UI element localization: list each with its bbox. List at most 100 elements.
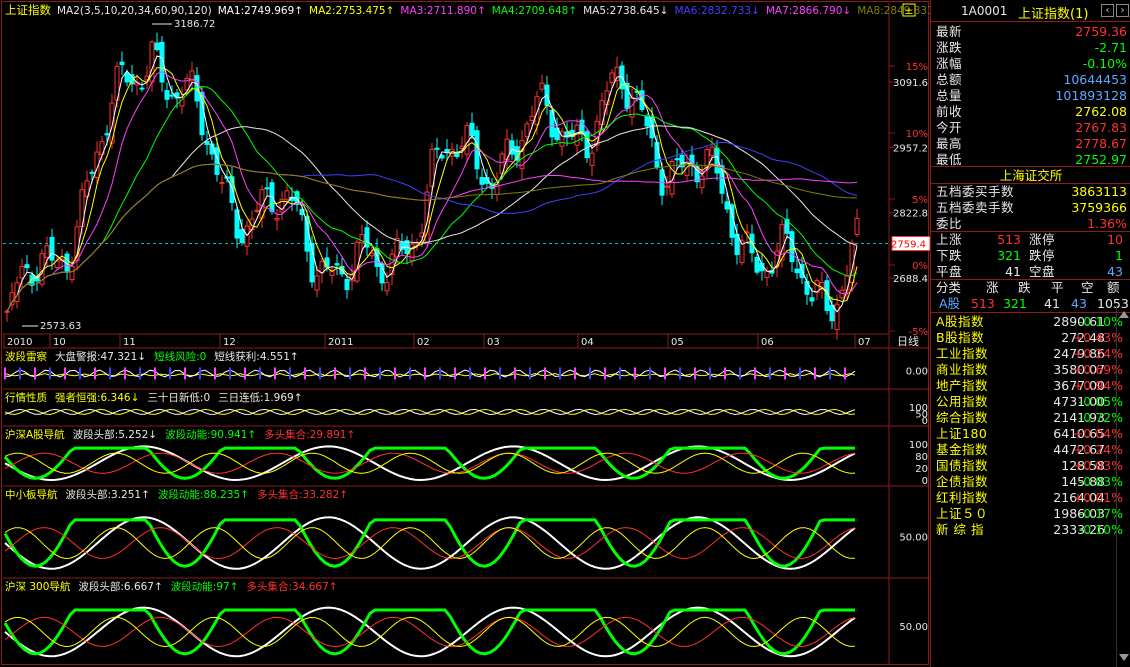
candle-body [319, 261, 325, 274]
candle-body [169, 94, 175, 97]
next-stock-icon[interactable]: › [1116, 4, 1129, 17]
quote-value: 10644453 [1063, 72, 1127, 87]
candle-body [809, 297, 815, 302]
ma-legend-item: MA3:2711.890↑ [400, 5, 485, 17]
candle-body [354, 241, 360, 282]
price-tick-label: 3091.6 [893, 78, 928, 89]
index-row[interactable]: 新 综 指 2333.26 -0.10% [931, 522, 1130, 538]
candle-body [704, 149, 710, 168]
scroll-down-icon[interactable] [1119, 654, 1129, 661]
candle-body [464, 125, 470, 155]
panel-header: 中小板导航 波段头部:3.251↑ 波段动能:88.235↑ 多头集合:33.282↑ [5, 488, 348, 501]
indicator-line [4, 606, 856, 658]
exchange-label: 上海证交所 [931, 166, 1130, 184]
panel-header: 波段雷察 大盘警报:47.321↓ 短线风险:0 短线获利:4.551↑ [5, 350, 299, 363]
scroll-up-icon[interactable] [1119, 311, 1129, 318]
candle-body [334, 263, 340, 266]
breadth-value: 513 [997, 232, 1021, 247]
candle-body [614, 66, 620, 81]
quote-value: 2759.36 [1075, 24, 1127, 39]
index-name: 地产指数 [936, 378, 989, 393]
index-name: 商业指数 [936, 362, 989, 377]
book-value: 3863113 [1071, 184, 1127, 199]
index-row[interactable]: 公用指数 4731.00 -0.05% [931, 394, 1130, 410]
price-tick-label: 2957.2 [893, 143, 928, 154]
panel-value: 短线获利:4.551↑ [214, 350, 298, 363]
quote-row: 前收 2762.08 [931, 104, 1130, 120]
candle-body [834, 303, 840, 330]
date-label: 06 [761, 337, 774, 348]
candle-body [264, 187, 270, 190]
candle-body [794, 268, 800, 274]
index-row[interactable]: 国债指数 128.58 +0.03% [931, 458, 1130, 474]
candle-body [104, 133, 110, 136]
index-list-scrollbar[interactable] [1116, 305, 1130, 667]
indicator-line [4, 516, 856, 570]
candle-body [699, 175, 705, 189]
index-row[interactable]: B股指数 272.48 +0.43% [931, 330, 1130, 346]
chart-area[interactable]: 15%10%5%0%-5%3091.62957.22822.82688.4275… [0, 0, 930, 667]
quote-label: 总额 [936, 72, 963, 87]
quote-header: 1A0001 上证指数(1) ‹ › [931, 0, 1130, 22]
candle-body [24, 264, 30, 268]
quote-label: 前收 [936, 104, 963, 119]
book-value: 1.36% [1087, 216, 1127, 231]
prev-stock-icon[interactable]: ‹ [1101, 4, 1114, 17]
book-value: 3759366 [1071, 200, 1127, 215]
candle-body [44, 245, 50, 258]
stock-name[interactable]: 上证指数(1) [1018, 3, 1088, 22]
index-row[interactable]: 企债指数 145.88 -0.03% [931, 474, 1130, 490]
quote-row: 今开 2767.83 [931, 120, 1130, 136]
index-row[interactable]: A股指数 2890.61 -0.10% [931, 314, 1130, 330]
date-label: 04 [581, 337, 594, 348]
ma-legend-item: MA5:2738.645↓ [583, 5, 668, 17]
panel-value: 波段头部:6.667↑ [78, 580, 162, 593]
candle-body [274, 218, 280, 221]
candle-body [644, 115, 650, 127]
candle-body [724, 201, 730, 210]
candle-body [539, 82, 545, 90]
index-row[interactable]: 上证５０ 1986.03 -0.17% [931, 506, 1130, 522]
panel-value: 三十日新低:0 [147, 391, 210, 404]
period-label[interactable]: 日线 [897, 334, 919, 348]
candle-body [479, 177, 485, 185]
candle-body [119, 61, 125, 66]
candle-body [344, 278, 350, 291]
expand-icon-glyph: ± [905, 6, 913, 17]
index-name: 国债指数 [936, 458, 989, 473]
candle-body [829, 304, 835, 322]
candle-body [654, 141, 660, 168]
breadth-value: 1 [1115, 248, 1123, 263]
panel-tick-label: 0 [922, 416, 928, 427]
date-label: 12 [223, 337, 236, 348]
breadth-label: 上涨 [936, 232, 963, 247]
panel-tick-label: 20 [915, 464, 928, 475]
ma-header: 上证指数 MA2(3,5,10,20,34,60,90,120) MA1:2749.… [5, 3, 930, 17]
index-row[interactable]: 地产指数 3677.00 +0.94% [931, 378, 1130, 394]
candle-body [764, 270, 770, 278]
stock-terminal-window: 15% 10% 5% 0% -5% 3091.6 2957.2 2822.8 2688.4 275… [0, 0, 1130, 667]
quote-label: 涨跌 [936, 40, 963, 55]
index-row[interactable]: 商业指数 3580.07 +0.69% [931, 362, 1130, 378]
index-name: 上证５０ [936, 506, 989, 521]
panel-tick-label: 50.00 [899, 533, 928, 544]
candle-body [239, 229, 245, 244]
breadth-value: 10 [1107, 232, 1123, 247]
ma-legend-item: MA8:2849.331↓ [857, 5, 930, 17]
category-cell-flat: 41 [1044, 296, 1060, 311]
index-row[interactable]: 基金指数 4472.67 +0.24% [931, 442, 1130, 458]
panel-title: 波段雷察 [5, 350, 47, 363]
category-header-cell: 跌 [1018, 280, 1031, 295]
indicator-line [3, 518, 855, 568]
stock-code: 1A0001 [961, 4, 1008, 18]
candle-body [384, 282, 390, 292]
index-row[interactable]: 红利指数 2164.04 +0.01% [931, 490, 1130, 506]
index-row[interactable]: 综合指数 2141.93 -0.72% [931, 410, 1130, 426]
candle-body [754, 256, 760, 273]
candle-body [854, 217, 860, 235]
index-row[interactable]: 工业指数 2479.86 +0.24% [931, 346, 1130, 362]
category-row-a-shares[interactable]: A股 513 321 41 43 1053 [931, 296, 1130, 312]
date-label: 11 [123, 337, 136, 348]
index-row[interactable]: 上证180 6410.65 +0.04% [931, 426, 1130, 442]
category-cell-up: 513 [971, 296, 995, 311]
